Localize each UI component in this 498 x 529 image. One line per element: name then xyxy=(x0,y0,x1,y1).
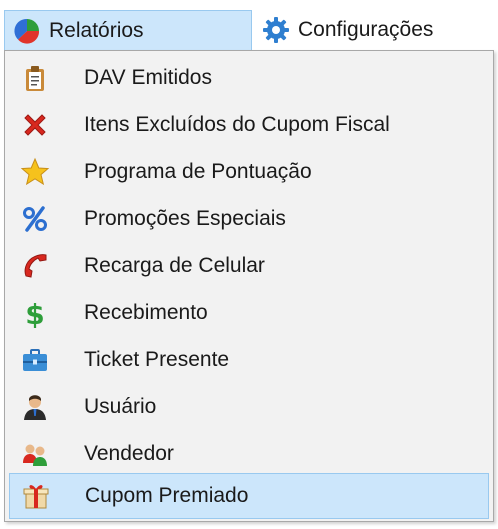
menu-item-cupom-premiado[interactable]: Cupom Premiado xyxy=(9,473,489,519)
menu-item-label: Cupom Premiado xyxy=(85,484,249,507)
menu-config[interactable]: Configurações xyxy=(256,10,486,50)
menu-item-itens-excluidos[interactable]: Itens Excluídos do Cupom Fiscal xyxy=(9,102,489,148)
menu-item-recarga-celular[interactable]: Recarga de Celular xyxy=(9,243,489,289)
menu-item-usuario[interactable]: Usuário xyxy=(9,384,489,430)
menu-item-label: Ticket Presente xyxy=(84,348,230,371)
menu-item-vendedor[interactable]: Vendedor xyxy=(9,431,489,477)
percent-icon xyxy=(17,201,53,237)
menu-item-label: Itens Excluídos do Cupom Fiscal xyxy=(84,113,390,136)
menu-item-label: Usuário xyxy=(84,395,157,418)
menu-bar: Relatórios Configurações xyxy=(0,0,498,54)
reports-dropdown: DAV Emitidos Itens Excluídos do Cupom Fi… xyxy=(4,50,494,522)
clipboard-document-icon xyxy=(17,60,53,96)
dollar-sign-icon: $ xyxy=(17,295,53,331)
menu-config-label: Configurações xyxy=(298,18,434,41)
users-group-icon xyxy=(17,436,53,472)
menu-item-label: DAV Emitidos xyxy=(84,66,212,89)
star-icon xyxy=(17,154,53,190)
menu-item-label: Recebimento xyxy=(84,301,208,324)
menu-item-label: Recarga de Celular xyxy=(84,254,265,277)
gear-icon xyxy=(260,14,292,46)
menu-item-label: Promoções Especiais xyxy=(84,207,286,230)
pie-chart-icon xyxy=(11,15,43,47)
menu-item-programa-pontuacao[interactable]: Programa de Pontuação xyxy=(9,149,489,195)
gift-icon xyxy=(18,478,54,514)
user-icon xyxy=(17,389,53,425)
red-x-icon xyxy=(17,107,53,143)
menu-reports[interactable]: Relatórios xyxy=(4,10,252,50)
phone-handset-icon xyxy=(17,248,53,284)
menu-item-label: Programa de Pontuação xyxy=(84,160,312,183)
menu-item-promocoes-especiais[interactable]: Promoções Especiais xyxy=(9,196,489,242)
menu-item-recebimento[interactable]: $ Recebimento xyxy=(9,290,489,336)
menu-item-dav-emitidos[interactable]: DAV Emitidos xyxy=(9,55,489,101)
briefcase-icon xyxy=(17,342,53,378)
menu-item-ticket-presente[interactable]: Ticket Presente xyxy=(9,337,489,383)
menu-reports-label: Relatórios xyxy=(49,18,144,42)
svg-text:$: $ xyxy=(25,298,44,328)
menu-item-label: Vendedor xyxy=(84,442,174,465)
